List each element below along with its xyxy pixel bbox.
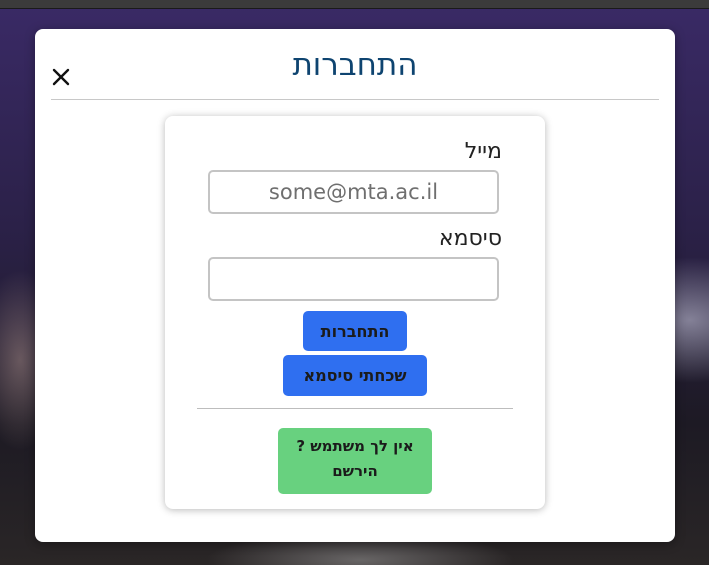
password-label: סיסמא <box>438 226 502 251</box>
modal-header-divider <box>51 99 659 100</box>
password-field[interactable] <box>208 257 499 301</box>
email-label: מייל <box>464 139 502 164</box>
browser-top-strip <box>0 0 709 9</box>
modal-title: התחברות <box>292 47 418 83</box>
email-field[interactable] <box>208 170 499 214</box>
login-card: מייל סיסמא התחברות שכחתי סיסמא אין לך מש… <box>165 116 545 509</box>
login-modal: התחברות מייל סיסמא התחברות שכחתי סיסמא א… <box>35 29 675 542</box>
register-link-label: הירשם <box>332 462 378 480</box>
register-prompt: אין לך משתמש ? <box>296 437 414 455</box>
login-button[interactable]: התחברות <box>303 311 407 351</box>
register-button[interactable]: אין לך משתמש ? הירשם <box>278 428 432 494</box>
forgot-password-button[interactable]: שכחתי סיסמא <box>283 355 427 396</box>
card-divider <box>197 408 513 409</box>
